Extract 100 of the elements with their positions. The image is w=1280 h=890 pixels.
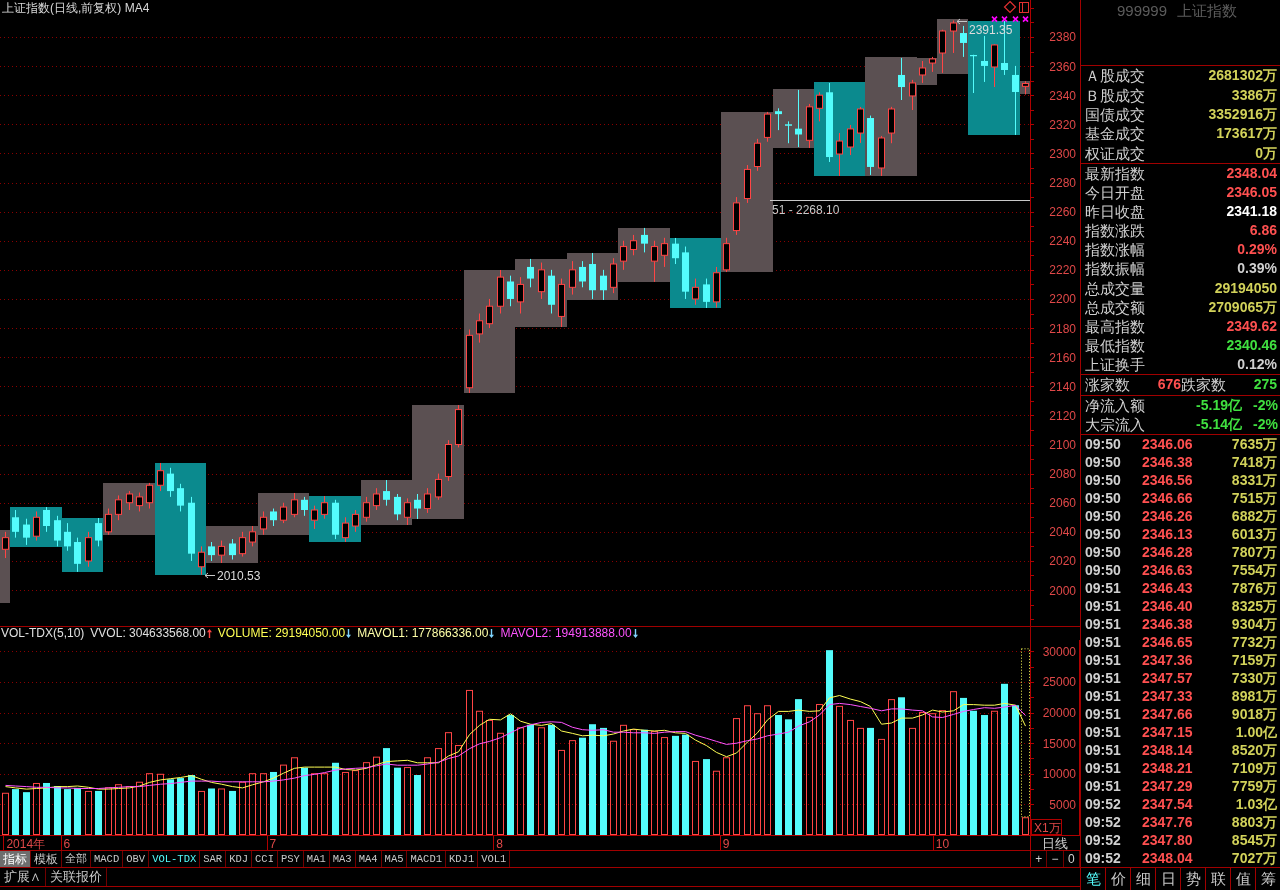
tick-time: 09:51	[1085, 597, 1122, 615]
field-label: 最高指数	[1085, 316, 1145, 336]
tick-price: 2347.29	[1142, 777, 1194, 795]
field-value: 2681302万	[1208, 66, 1277, 86]
tick-price: 2348.21	[1142, 759, 1194, 777]
indicator-readout: MAVOL1: 177866336.00	[357, 627, 489, 640]
tick-volume: 9304万	[1230, 615, 1277, 633]
indicator-readout: VVOL: 304633568.00	[90, 627, 206, 640]
field-label: 昨日收盘	[1085, 202, 1145, 222]
tick-price: 2347.54	[1142, 795, 1194, 813]
field-label: 基金成交	[1085, 124, 1145, 144]
axis-label: 2380	[1049, 30, 1076, 45]
axis-label: 2180	[1049, 321, 1076, 336]
field-value: 3386万	[1231, 85, 1277, 105]
tick-price: 2346.26	[1142, 507, 1194, 525]
price-line-label: 51 - 2268.10	[772, 202, 840, 217]
field-value: 6.86	[1249, 221, 1277, 241]
field-label: 涨家数	[1085, 375, 1131, 395]
tick-price: 2346.40	[1142, 597, 1194, 615]
tick-time: 09:52	[1085, 849, 1122, 867]
tick-volume: 1.00亿	[1234, 723, 1277, 741]
tick-price: 2347.66	[1142, 705, 1194, 723]
field-label: 国债成交	[1085, 104, 1145, 124]
field-value: 3352916万	[1208, 104, 1277, 124]
field-value: -2%	[1252, 415, 1278, 434]
field-value: 2341.18	[1226, 202, 1277, 222]
tick-time: 09:51	[1085, 759, 1122, 777]
field-label: 指数涨跌	[1085, 221, 1145, 241]
tick-time: 09:50	[1085, 435, 1122, 453]
axis-label: 2220	[1049, 263, 1076, 278]
axis-label: 25000	[1042, 675, 1076, 690]
axis-label: 2360	[1049, 59, 1076, 74]
tick-price: 2346.43	[1142, 579, 1194, 597]
tick-time: 09:51	[1085, 579, 1122, 597]
tick-time: 09:50	[1085, 453, 1122, 471]
price-annotation: 2391.35	[969, 22, 1013, 37]
tick-volume: 8520万	[1230, 741, 1277, 759]
field-label: 上证换手	[1085, 354, 1145, 374]
field-value: -5.14亿	[1196, 415, 1242, 434]
axis-label: 2100	[1049, 438, 1076, 452]
tick-price: 2347.57	[1142, 669, 1194, 687]
axis-label: 8	[496, 837, 503, 850]
field-label: 今日开盘	[1085, 183, 1145, 203]
tick-volume: 8331万	[1230, 471, 1277, 489]
tick-price: 2348.04	[1142, 849, 1194, 867]
tick-volume: 7876万	[1230, 579, 1277, 597]
axis-label: 2260	[1049, 205, 1076, 220]
axis-label: 2200	[1049, 292, 1076, 307]
tick-time: 09:52	[1085, 795, 1122, 813]
tick-volume: 7330万	[1230, 669, 1277, 687]
field-label: 净流入额	[1085, 396, 1146, 415]
axis-label: 20000	[1042, 706, 1076, 721]
field-value: 2348.04	[1226, 164, 1277, 183]
field-value: 2349.62	[1226, 316, 1277, 336]
axis-label: 10	[935, 837, 950, 850]
field-label: Ｂ股成交	[1085, 85, 1145, 105]
axis-label: 9	[722, 837, 730, 850]
tick-volume: 8981万	[1230, 687, 1277, 705]
chart-title: 上证指数(日线,前复权) MA4	[2, 1, 150, 15]
field-label: 总成交额	[1085, 297, 1145, 317]
axis-label: 2020	[1049, 554, 1076, 569]
field-value: 0.12%	[1237, 354, 1277, 374]
axis-label: 2160	[1049, 350, 1076, 365]
tick-time: 09:51	[1085, 669, 1122, 687]
tick-time: 09:51	[1085, 705, 1122, 723]
field-value: 173617万	[1216, 124, 1277, 144]
field-label: 指数涨幅	[1085, 240, 1145, 260]
tick-volume: 7759万	[1230, 777, 1277, 795]
axis-label: 2120	[1049, 408, 1076, 423]
tick-price: 2347.80	[1142, 831, 1194, 849]
axis-label: 2280	[1049, 176, 1076, 190]
indicator-readout: VOL-TDX(5,10)	[1, 627, 85, 640]
tick-volume: 6013万	[1230, 525, 1277, 543]
axis-label: 2300	[1049, 146, 1076, 161]
tick-volume: 6882万	[1230, 507, 1277, 525]
tick-volume: 7418万	[1230, 453, 1277, 471]
field-label: 指数振幅	[1085, 259, 1145, 279]
field-label: 总成交量	[1085, 278, 1145, 298]
tick-price: 2347.15	[1142, 723, 1194, 741]
tick-time: 09:52	[1085, 813, 1122, 831]
tick-time: 09:51	[1085, 777, 1122, 795]
field-value: 0.29%	[1237, 240, 1277, 260]
axis-label: 2040	[1049, 525, 1076, 540]
tick-volume: 7732万	[1230, 633, 1277, 651]
field-value: 0万	[1255, 143, 1277, 163]
tick-price: 2346.63	[1142, 561, 1194, 579]
tick-price: 2346.56	[1142, 471, 1194, 489]
axis-label: 2320	[1049, 117, 1076, 132]
axis-label: 30000	[1042, 644, 1076, 659]
field-label: 最低指数	[1085, 335, 1145, 355]
field-value: 676	[1156, 375, 1181, 395]
tick-time: 09:51	[1085, 723, 1122, 741]
tick-time: 09:50	[1085, 561, 1122, 579]
indicator-readout: VOLUME: 29194050.00	[217, 627, 346, 640]
tick-time: 09:52	[1085, 831, 1122, 849]
tick-price: 2346.65	[1142, 633, 1194, 651]
axis-label: 10000	[1042, 767, 1076, 782]
tick-price: 2346.38	[1142, 453, 1194, 471]
field-value: 29194050	[1214, 278, 1277, 298]
tick-volume: 7109万	[1230, 759, 1277, 777]
